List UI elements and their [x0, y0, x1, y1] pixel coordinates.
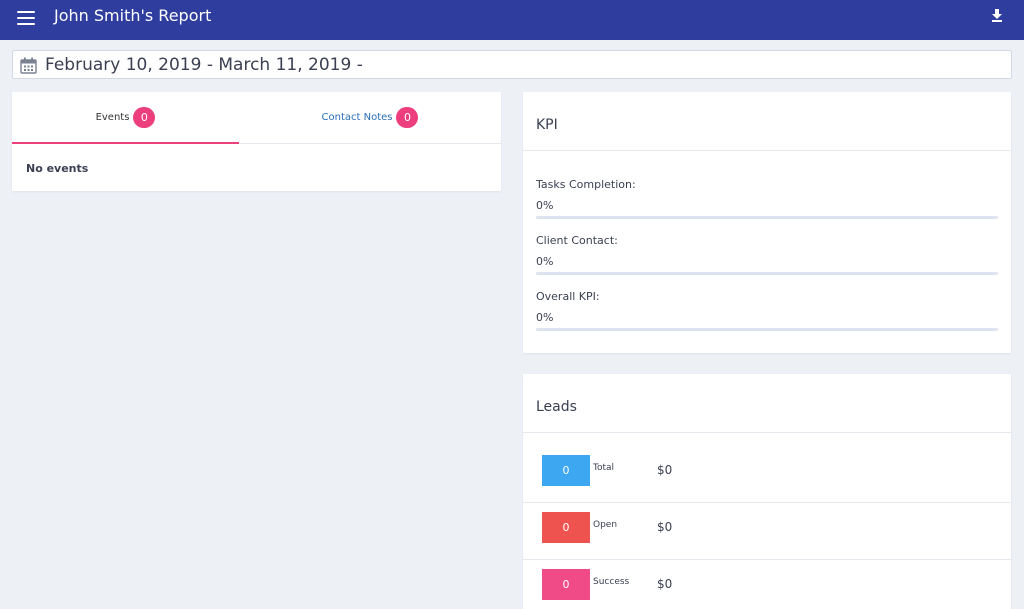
- tab-contact-notes-label: Contact Notes: [321, 112, 393, 123]
- lead-success-label: Success: [593, 577, 630, 587]
- leads-title: Leads: [536, 399, 577, 415]
- lead-open-amount: $0: [657, 520, 673, 534]
- kpi-item-overall-kpi: Overall KPI: 0%: [536, 290, 998, 331]
- tab-events[interactable]: Events 0: [12, 92, 239, 144]
- page-title: John Smith's Report: [54, 6, 212, 25]
- kpi-card-header: KPI: [523, 92, 1011, 151]
- events-card: Events 0 Contact Notes 0 No events: [12, 92, 501, 191]
- date-range-picker[interactable]: February 10, 2019 - March 11, 2019 -: [12, 50, 1012, 79]
- events-count-badge: 0: [133, 106, 156, 128]
- contact-notes-count-badge: 0: [396, 107, 419, 128]
- kpi-item-client-contact: Client Contact: 0%: [536, 234, 998, 275]
- kpi-progress-bar: [536, 272, 998, 275]
- kpi-value: 0%: [536, 199, 554, 212]
- lead-success-count[interactable]: 0: [542, 569, 590, 600]
- lead-row-open: 0 Open $0: [523, 503, 1011, 560]
- download-icon[interactable]: [991, 9, 1003, 22]
- lead-open-label: Open: [593, 520, 618, 530]
- lead-success-amount: $0: [657, 577, 673, 591]
- kpi-progress-bar: [536, 216, 998, 219]
- tab-contact-notes[interactable]: Contact Notes 0: [239, 92, 501, 144]
- kpi-value: 0%: [536, 255, 554, 268]
- lead-open-count[interactable]: 0: [542, 512, 590, 543]
- lead-row-success: 0 Success $0: [523, 560, 1011, 609]
- tab-events-label: Events: [95, 111, 130, 123]
- lead-total-count[interactable]: 0: [542, 455, 590, 486]
- kpi-value: 0%: [536, 311, 554, 324]
- empty-state-text: No events: [26, 162, 89, 175]
- kpi-card: KPI Tasks Completion: 0% Client Contact:…: [523, 92, 1011, 353]
- leads-card-header: Leads: [523, 374, 1011, 433]
- kpi-label: Tasks Completion:: [536, 178, 636, 191]
- menu-icon[interactable]: [17, 11, 35, 25]
- kpi-title: KPI: [536, 117, 558, 133]
- date-range-text: February 10, 2019 - March 11, 2019 -: [45, 55, 363, 75]
- kpi-progress-bar: [536, 328, 998, 331]
- top-app-bar: John Smith's Report: [0, 0, 1024, 40]
- kpi-label: Client Contact:: [536, 234, 618, 247]
- leads-card: Leads 0 Total $0 0 Open $0 0 Success $0: [523, 374, 1011, 609]
- calendar-icon: [20, 57, 37, 74]
- lead-total-label: Total: [593, 463, 615, 473]
- lead-total-amount: $0: [657, 463, 673, 477]
- kpi-item-tasks-completion: Tasks Completion: 0%: [536, 178, 998, 219]
- kpi-label: Overall KPI:: [536, 290, 600, 303]
- lead-row-total: 0 Total $0: [523, 446, 1011, 503]
